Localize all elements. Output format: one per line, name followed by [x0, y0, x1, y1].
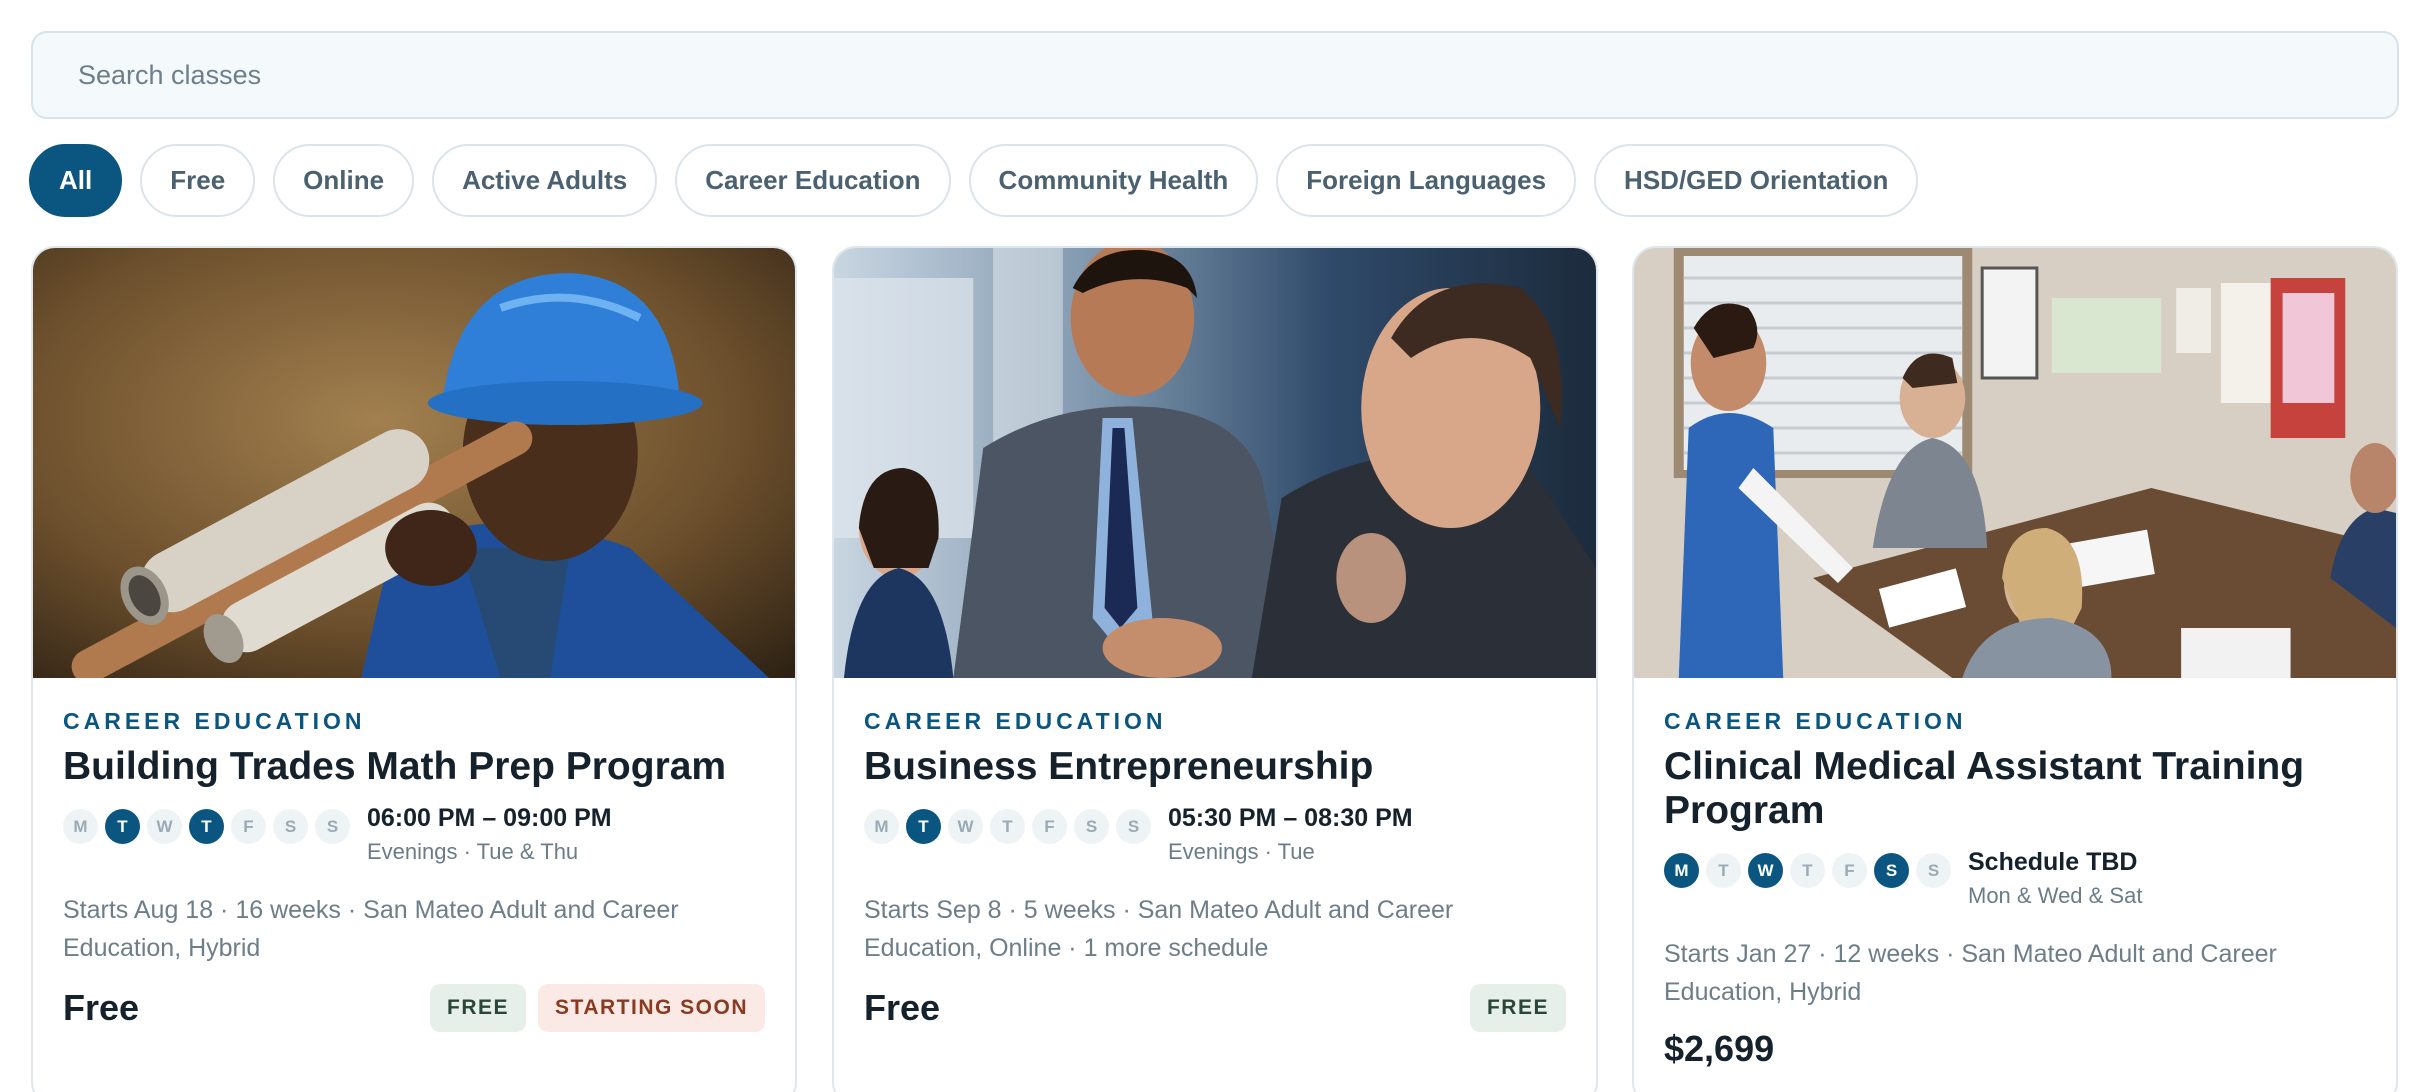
filter-active-adults[interactable]: Active Adults — [432, 144, 658, 217]
class-card[interactable]: CAREER EDUCATION Business Entrepreneursh… — [832, 246, 1598, 1092]
card-time: Schedule TBD — [1968, 848, 2138, 876]
day-thu: T — [990, 809, 1025, 844]
weekday-indicator: M T W T F S S — [864, 809, 1168, 844]
day-mon: M — [1664, 853, 1699, 888]
day-tue: T — [105, 809, 140, 844]
day-sun: S — [1916, 853, 1951, 888]
class-photo-medical-classroom — [1634, 248, 2396, 678]
card-title[interactable]: Business Entrepreneurship — [864, 745, 1566, 789]
day-thu: T — [189, 809, 224, 844]
card-meta: Starts Jan 27 · 12 weeks · San Mateo Adu… — [1664, 940, 2277, 1006]
card-price: Free — [63, 987, 140, 1028]
card-category: CAREER EDUCATION — [1664, 708, 1967, 734]
day-tue: T — [906, 809, 941, 844]
day-sat: S — [1874, 853, 1909, 888]
day-wed: W — [147, 809, 182, 844]
filter-pills: All Free Online Active Adults Career Edu… — [29, 144, 1919, 217]
day-fri: F — [1832, 853, 1867, 888]
filter-hsd-ged-orientation[interactable]: HSD/GED Orientation — [1594, 144, 1919, 217]
day-sun: S — [315, 809, 350, 844]
card-category: CAREER EDUCATION — [63, 708, 366, 734]
class-card[interactable]: CAREER EDUCATION Clinical Medical Assist… — [1632, 246, 2398, 1092]
class-catalog: All Free Online Active Adults Career Edu… — [0, 0, 2420, 1092]
weekday-indicator: M T W T F S S — [1664, 853, 1968, 888]
filter-online[interactable]: Online — [273, 144, 415, 217]
weekday-indicator: M T W T F S S — [63, 809, 367, 844]
free-badge: FREE — [1469, 984, 1566, 1032]
card-schedule-subtitle: Mon & Wed & Sat — [1968, 883, 2143, 908]
card-schedule-subtitle: Evenings · Tue — [1168, 839, 1315, 864]
day-sat: S — [1074, 809, 1109, 844]
day-fri: F — [231, 809, 266, 844]
filter-career-education[interactable]: Career Education — [675, 144, 951, 217]
card-time: 05:30 PM – 08:30 PM — [1168, 804, 1413, 832]
day-fri: F — [1032, 809, 1067, 844]
card-meta: Starts Sep 8 · 5 weeks · San Mateo Adult… — [864, 896, 1454, 962]
search-input[interactable] — [78, 59, 2397, 91]
starting-soon-badge: STARTING SOON — [538, 984, 765, 1032]
card-price: Free — [864, 987, 941, 1028]
filter-community-health[interactable]: Community Health — [968, 144, 1259, 217]
card-title[interactable]: Building Trades Math Prep Program — [63, 745, 765, 789]
filter-free[interactable]: Free — [140, 144, 256, 217]
day-mon: M — [864, 809, 899, 844]
class-card[interactable]: CAREER EDUCATION Building Trades Math Pr… — [31, 246, 797, 1092]
card-schedule-subtitle: Evenings · Tue & Thu — [367, 839, 579, 864]
card-title[interactable]: Clinical Medical Assistant Training Prog… — [1664, 745, 2366, 833]
day-tue: T — [1706, 853, 1741, 888]
day-sat: S — [273, 809, 308, 844]
day-mon: M — [63, 809, 98, 844]
card-price: $2,699 — [1664, 1028, 1775, 1069]
card-meta: Starts Aug 18 · 16 weeks · San Mateo Adu… — [63, 896, 679, 962]
card-category: CAREER EDUCATION — [864, 708, 1167, 734]
day-sun: S — [1116, 809, 1151, 844]
search-box[interactable] — [31, 31, 2399, 119]
day-thu: T — [1790, 853, 1825, 888]
card-time: 06:00 PM – 09:00 PM — [367, 804, 612, 832]
filter-foreign-languages[interactable]: Foreign Languages — [1276, 144, 1577, 217]
free-badge: FREE — [430, 984, 527, 1032]
day-wed: W — [1748, 853, 1783, 888]
day-wed: W — [948, 809, 983, 844]
filter-all[interactable]: All — [29, 144, 123, 217]
class-photo-construction-worker — [33, 248, 795, 678]
class-photo-business-handshake — [834, 248, 1596, 678]
